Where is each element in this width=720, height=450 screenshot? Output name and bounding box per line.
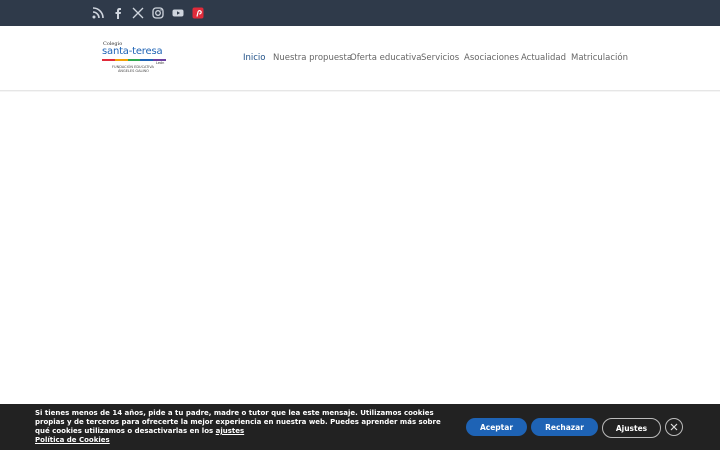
cookie-policy-link[interactable]: Política de Cookies	[35, 436, 110, 444]
nav-item-asociaciones[interactable]: Asociaciones	[464, 53, 519, 63]
logo-line-2: santa-teresa	[102, 46, 163, 57]
instagram-icon[interactable]	[151, 6, 165, 20]
rss-icon[interactable]	[91, 6, 105, 20]
accept-cookies-button[interactable]: Aceptar	[466, 418, 527, 436]
nav-item-servicios[interactable]: Servicios	[421, 53, 459, 63]
school-logo[interactable]: Colegio santa-teresa León FUNDACIÓN EDUC…	[100, 40, 168, 74]
logo-line-5: ÁNGELES GALINO	[118, 69, 149, 73]
x-twitter-icon[interactable]	[131, 6, 145, 20]
reject-cookies-button[interactable]: Rechazar	[531, 418, 598, 436]
cookie-settings-button[interactable]: Ajustes	[602, 418, 661, 438]
facebook-icon[interactable]	[111, 6, 125, 20]
nav-item-nuestra-propuesta[interactable]: Nuestra propuesta	[273, 53, 352, 63]
pinterest-icon[interactable]	[191, 6, 205, 20]
nav-item-inicio[interactable]: Inicio	[243, 53, 266, 63]
nav-item-oferta-educativa[interactable]: Oferta educativa	[350, 53, 421, 63]
youtube-icon[interactable]	[171, 6, 185, 20]
cookie-settings-link[interactable]: ajustes	[216, 427, 245, 435]
nav-item-matriculacion[interactable]: Matriculación	[571, 53, 628, 63]
top-social-bar	[0, 0, 720, 26]
cookie-message: Si tienes menos de 14 años, pide a tu pa…	[35, 409, 455, 445]
logo-line-3: León	[156, 61, 165, 65]
close-icon	[670, 423, 678, 431]
nav-item-actualidad[interactable]: Actualidad	[521, 53, 566, 63]
close-banner-button[interactable]	[665, 418, 683, 436]
